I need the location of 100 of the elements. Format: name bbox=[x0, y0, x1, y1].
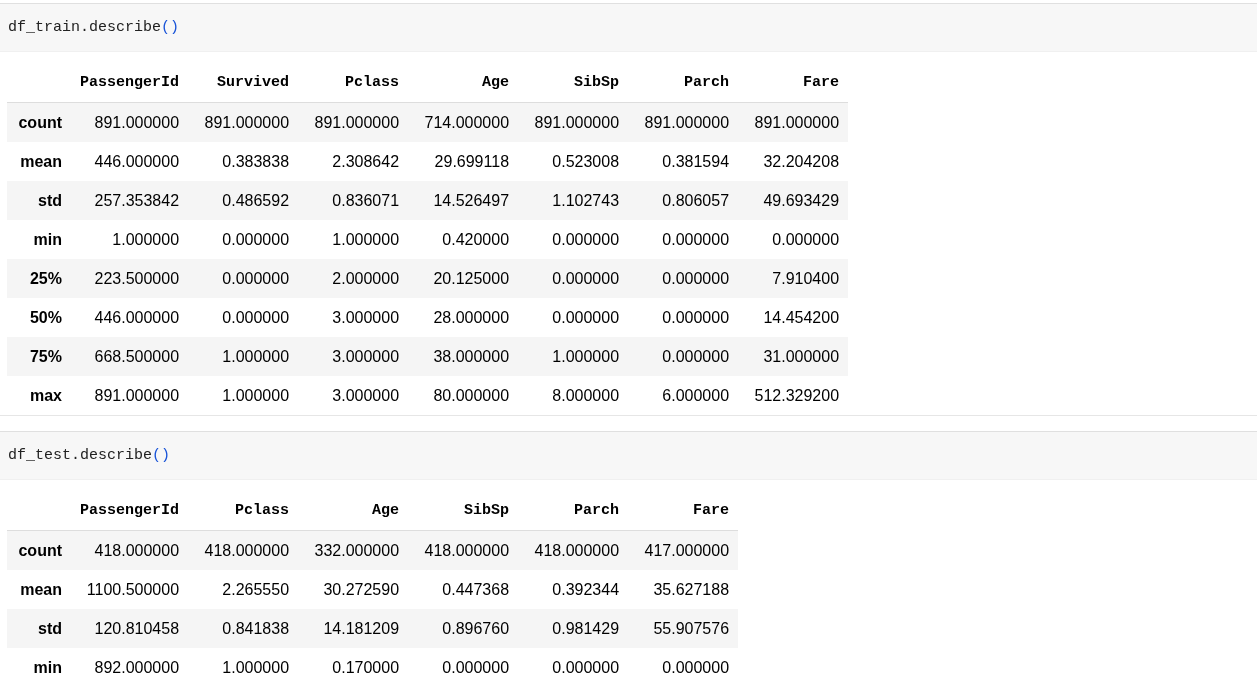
row-label: 75% bbox=[7, 337, 71, 376]
table-cell: 29.699118 bbox=[408, 142, 519, 181]
table-cell: 0.000000 bbox=[628, 220, 739, 259]
table-cell: 0.447368 bbox=[408, 570, 519, 609]
table-cell: 0.420000 bbox=[408, 220, 519, 259]
table-cell: 668.500000 bbox=[71, 337, 189, 376]
table-cell: 0.170000 bbox=[298, 648, 409, 687]
table-cell: 55.907576 bbox=[628, 609, 739, 648]
column-header: PassengerId bbox=[71, 490, 189, 531]
table-cell: 32.204208 bbox=[738, 142, 849, 181]
table-cell: 1.000000 bbox=[188, 337, 299, 376]
table-cell: 1.000000 bbox=[518, 337, 629, 376]
table-cell: 0.000000 bbox=[628, 298, 739, 337]
table-cell: 6.000000 bbox=[628, 376, 739, 415]
row-label: std bbox=[7, 609, 71, 648]
table-cell: 891.000000 bbox=[188, 102, 299, 142]
table-cell: 0.523008 bbox=[518, 142, 629, 181]
table-cell: 332.000000 bbox=[298, 530, 409, 570]
table-cell: 1100.500000 bbox=[71, 570, 189, 609]
row-label: count bbox=[7, 102, 71, 142]
table-cell: 38.000000 bbox=[408, 337, 519, 376]
table-cell: 891.000000 bbox=[71, 376, 189, 415]
table-cell: 0.383838 bbox=[188, 142, 299, 181]
table-cell: 30.272590 bbox=[298, 570, 409, 609]
table-cell: 0.000000 bbox=[628, 648, 739, 687]
table-cell: 1.102743 bbox=[518, 181, 629, 220]
table-cell: 7.910400 bbox=[738, 259, 849, 298]
table-cell: 0.981429 bbox=[518, 609, 629, 648]
table-cell: 257.353842 bbox=[71, 181, 189, 220]
row-label: min bbox=[7, 648, 71, 687]
table-cell: 2.265550 bbox=[188, 570, 299, 609]
column-header: Pclass bbox=[188, 490, 299, 531]
table-cell: 14.181209 bbox=[298, 609, 409, 648]
table-cell: 1.000000 bbox=[188, 648, 299, 687]
table-cell: 891.000000 bbox=[628, 102, 739, 142]
table-cell: 446.000000 bbox=[71, 298, 189, 337]
table-cell: 891.000000 bbox=[518, 102, 629, 142]
table-cell: 2.308642 bbox=[298, 142, 409, 181]
column-header: Pclass bbox=[298, 62, 409, 103]
table-cell: 49.693429 bbox=[738, 181, 849, 220]
column-header: PassengerId bbox=[71, 62, 189, 103]
table-cell: 512.329200 bbox=[738, 376, 849, 415]
table-cell: 0.000000 bbox=[628, 337, 739, 376]
column-header: SibSp bbox=[518, 62, 629, 103]
table-cell: 418.000000 bbox=[408, 530, 519, 570]
code-cell[interactable]: df_train.describe() bbox=[0, 4, 1257, 52]
table-cell: 418.000000 bbox=[71, 530, 189, 570]
table-cell: 14.526497 bbox=[408, 181, 519, 220]
table-cell: 0.841838 bbox=[188, 609, 299, 648]
table-cell: 0.000000 bbox=[188, 298, 299, 337]
table-cell: 0.000000 bbox=[738, 220, 849, 259]
code-line: df_train.describe() bbox=[8, 19, 180, 36]
table-cell: 0.000000 bbox=[518, 648, 629, 687]
table-cell: 2.000000 bbox=[298, 259, 409, 298]
table-cell: 418.000000 bbox=[188, 530, 299, 570]
table-cell: 223.500000 bbox=[71, 259, 189, 298]
table-cell: 892.000000 bbox=[71, 648, 189, 687]
table-cell: 35.627188 bbox=[628, 570, 739, 609]
table-cell: 418.000000 bbox=[518, 530, 629, 570]
table-cell: 1.000000 bbox=[71, 220, 189, 259]
row-label: 25% bbox=[7, 259, 71, 298]
row-label: mean bbox=[7, 570, 71, 609]
column-header: Survived bbox=[188, 62, 299, 103]
row-label: 50% bbox=[7, 298, 71, 337]
table-cell: 0.836071 bbox=[298, 181, 409, 220]
table-cell: 0.000000 bbox=[408, 648, 519, 687]
table-cell: 446.000000 bbox=[71, 142, 189, 181]
column-header: SibSp bbox=[408, 490, 519, 531]
row-label: max bbox=[7, 376, 71, 415]
row-label: std bbox=[7, 181, 71, 220]
code-cell[interactable]: df_test.describe() bbox=[0, 432, 1257, 480]
table-cell: 0.000000 bbox=[518, 220, 629, 259]
table-cell: 0.896760 bbox=[408, 609, 519, 648]
table-cell: 0.000000 bbox=[518, 259, 629, 298]
table-cell: 20.125000 bbox=[408, 259, 519, 298]
table-cell: 8.000000 bbox=[518, 376, 629, 415]
table-cell: 714.000000 bbox=[408, 102, 519, 142]
table-cell: 0.486592 bbox=[188, 181, 299, 220]
table-cell: 1.000000 bbox=[188, 376, 299, 415]
table-cell: 0.000000 bbox=[188, 220, 299, 259]
code-line: df_test.describe() bbox=[8, 447, 171, 464]
table-cell: 31.000000 bbox=[738, 337, 849, 376]
column-header: Parch bbox=[628, 62, 739, 103]
table-cell: 28.000000 bbox=[408, 298, 519, 337]
table-cell: 3.000000 bbox=[298, 337, 409, 376]
table-cell: 0.000000 bbox=[188, 259, 299, 298]
column-header: Fare bbox=[628, 490, 739, 531]
table-cell: 0.000000 bbox=[628, 259, 739, 298]
table-cell: 891.000000 bbox=[71, 102, 189, 142]
table-cell: 0.381594 bbox=[628, 142, 739, 181]
table-cell: 3.000000 bbox=[298, 298, 409, 337]
table-cell: 120.810458 bbox=[71, 609, 189, 648]
table-cell: 891.000000 bbox=[298, 102, 409, 142]
row-label: mean bbox=[7, 142, 71, 181]
table-cell: 14.454200 bbox=[738, 298, 849, 337]
table-cell: 0.000000 bbox=[518, 298, 629, 337]
row-label: min bbox=[7, 220, 71, 259]
table-cell: 0.392344 bbox=[518, 570, 629, 609]
table-cell: 417.000000 bbox=[628, 530, 739, 570]
column-header: Age bbox=[408, 62, 519, 103]
